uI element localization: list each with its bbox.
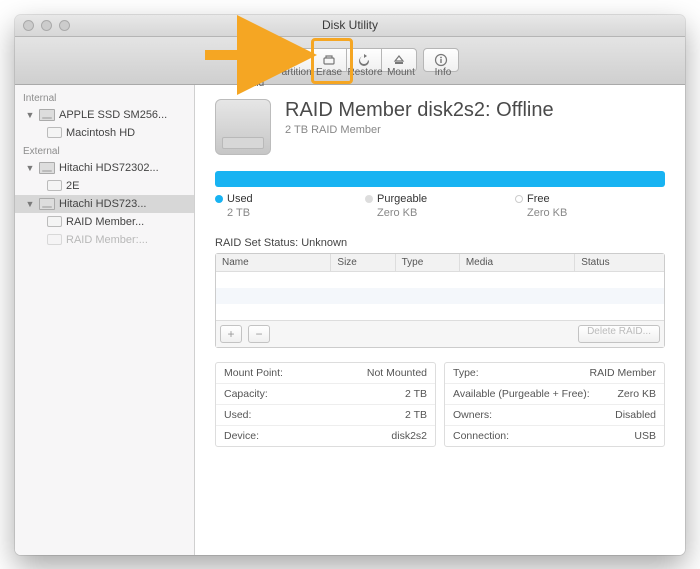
col-media[interactable]: Media [460, 254, 575, 271]
toolbar: First Aid Partition Erase Restore Mount … [15, 37, 685, 85]
titlebar: Disk Utility [15, 15, 685, 37]
sidebar-item-disk-selected[interactable]: ▼Hitachi HDS723... [15, 195, 194, 213]
disk-icon [39, 198, 55, 210]
col-name[interactable]: Name [216, 254, 331, 271]
legend-dot-icon [515, 195, 523, 203]
info-row: Used:2 TB [216, 405, 435, 426]
volume-icon [47, 127, 62, 138]
sidebar-item-disk[interactable]: ▼Hitachi HDS72302... [15, 159, 194, 177]
sidebar-item-volume[interactable]: Macintosh HD [15, 124, 194, 142]
disclosure-triangle-icon[interactable]: ▼ [25, 110, 35, 120]
body: Internal ▼APPLE SSD SM256... Macintosh H… [15, 85, 685, 555]
raid-table-footer: + − Delete RAID... [216, 320, 664, 347]
callout-arrow-icon [205, 37, 315, 78]
legend-dot-icon [365, 195, 373, 203]
info-row: Mount Point:Not Mounted [216, 363, 435, 384]
disk-icon [39, 162, 55, 174]
raid-table-header: Name Size Type Media Status [216, 254, 664, 272]
volume-subtitle: 2 TB RAID Member [285, 124, 554, 136]
sidebar-item-disk[interactable]: ▼APPLE SSD SM256... [15, 106, 194, 124]
volume-title: RAID Member disk2s2: Offline [285, 99, 554, 122]
volume-icon [47, 216, 62, 227]
sidebar: Internal ▼APPLE SSD SM256... Macintosh H… [15, 85, 195, 555]
info-left: Mount Point:Not Mounted Capacity:2 TB Us… [215, 362, 436, 447]
col-size[interactable]: Size [331, 254, 395, 271]
add-button[interactable]: + [220, 325, 242, 343]
sidebar-item-volume[interactable]: RAID Member... [15, 213, 194, 231]
remove-button[interactable]: − [248, 325, 270, 343]
legend-free: Free Zero KB [515, 193, 665, 219]
window-title: Disk Utility [15, 18, 685, 32]
disclosure-triangle-icon[interactable]: ▼ [25, 163, 35, 173]
delete-raid-button[interactable]: Delete RAID... [578, 325, 660, 343]
info-row: Type:RAID Member [445, 363, 664, 384]
info-row: Connection:USB [445, 426, 664, 446]
disclosure-triangle-icon[interactable]: ▼ [25, 199, 35, 209]
info-right: Type:RAID Member Available (Purgeable + … [444, 362, 665, 447]
legend-dot-icon [215, 195, 223, 203]
sidebar-item-volume-dim[interactable]: RAID Member:... [15, 231, 194, 249]
raid-table-body [216, 272, 664, 320]
volume-icon [47, 180, 62, 191]
info-row: Owners:Disabled [445, 405, 664, 426]
disk-icon [39, 109, 55, 121]
erase-highlight [311, 38, 353, 84]
info-row: Device:disk2s2 [216, 426, 435, 446]
legend-purgeable: Purgeable Zero KB [365, 193, 515, 219]
disk-utility-window: Disk Utility First Aid Partition Erase R… [15, 15, 685, 555]
usage-bar [215, 171, 665, 187]
info-row: Capacity:2 TB [216, 384, 435, 405]
raid-table: Name Size Type Media Status + − Delete R… [215, 253, 665, 348]
info-label: Info [425, 67, 461, 89]
raid-status-label: RAID Set Status: Unknown [215, 237, 665, 249]
sidebar-item-volume[interactable]: 2E [15, 177, 194, 195]
volume-icon [47, 234, 62, 245]
mount-label: Mount [383, 67, 419, 89]
info-row: Available (Purgeable + Free):Zero KB [445, 384, 664, 405]
sidebar-header-external: External [15, 142, 194, 159]
col-type[interactable]: Type [396, 254, 460, 271]
sidebar-header-internal: Internal [15, 89, 194, 106]
disk-large-icon [215, 99, 271, 155]
volume-header: RAID Member disk2s2: Offline 2 TB RAID M… [215, 99, 665, 155]
info-grid: Mount Point:Not Mounted Capacity:2 TB Us… [215, 362, 665, 447]
legend-used: Used 2 TB [215, 193, 365, 219]
col-status[interactable]: Status [575, 254, 664, 271]
usage-legend: Used 2 TB Purgeable Zero KB Free Zero KB [215, 193, 665, 219]
content: RAID Member disk2s2: Offline 2 TB RAID M… [195, 85, 685, 555]
